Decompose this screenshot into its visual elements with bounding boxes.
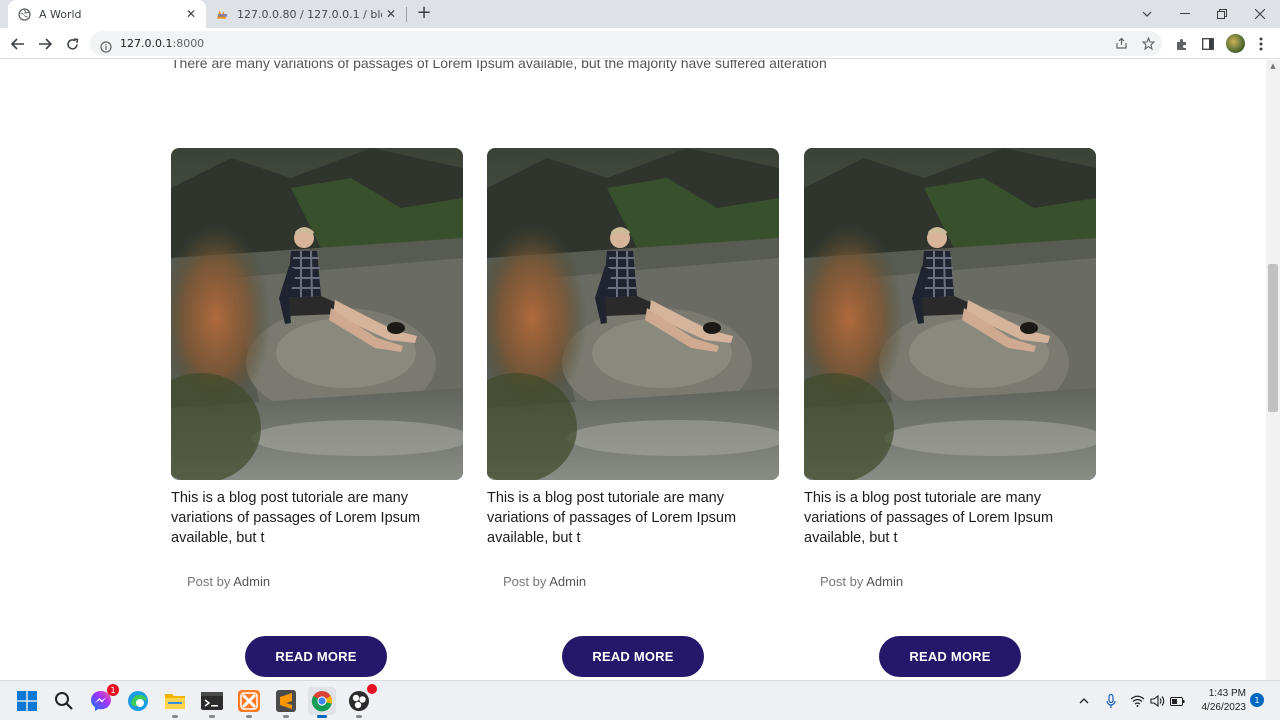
volume-icon[interactable]: [1148, 692, 1166, 710]
site-info-icon[interactable]: [100, 38, 112, 53]
file-explorer-icon[interactable]: [161, 687, 189, 718]
tab-phpmyadmin[interactable]: 127.0.0.80 / 127.0.0.1 / blogproje ✕: [206, 0, 406, 28]
tab-a-world[interactable]: A World ✕: [8, 0, 206, 28]
tab-title: A World: [39, 7, 82, 21]
post-by-label: Post by: [820, 574, 864, 589]
blog-post-image[interactable]: [487, 148, 779, 480]
microphone-icon[interactable]: [1102, 692, 1120, 710]
running-indicator: [172, 715, 178, 718]
running-indicator: [246, 715, 252, 718]
running-indicator: [317, 715, 327, 718]
bookmark-star-icon[interactable]: [1138, 31, 1158, 56]
scroll-up-arrow-icon[interactable]: ▲: [1268, 62, 1278, 72]
read-more-button[interactable]: READ MORE: [562, 636, 704, 677]
restore-icon[interactable]: [1203, 0, 1241, 28]
system-clock[interactable]: 1:43 PM 4/26/2023: [1190, 687, 1247, 715]
reload-icon[interactable]: [62, 34, 82, 54]
intro-text: There are many variations of passages of…: [171, 60, 827, 71]
windows-start-icon[interactable]: [13, 687, 41, 715]
edge-icon[interactable]: [124, 687, 152, 715]
post-meta: Post by Admin: [503, 574, 779, 589]
blog-post-image[interactable]: [804, 148, 1096, 480]
notification-count-badge[interactable]: 1: [1250, 693, 1264, 707]
share-icon[interactable]: [1111, 31, 1131, 56]
forward-icon[interactable]: [35, 34, 55, 54]
blog-post-description: This is a blog post tutoriale are many v…: [804, 490, 1054, 546]
blog-card: This is a blog post tutoriale are many v…: [171, 148, 463, 589]
post-meta: Post by Admin: [187, 574, 463, 589]
tab-search-chevron-icon[interactable]: [1128, 0, 1166, 28]
windows-taskbar: 1 1:43 PM 4/26/2023 1: [0, 680, 1280, 720]
post-author: Admin: [549, 574, 587, 589]
globe-icon: [18, 7, 31, 21]
post-author: Admin: [866, 574, 904, 589]
blog-post-image[interactable]: [171, 148, 463, 480]
post-by-label: Post by: [187, 574, 231, 589]
extensions-icon[interactable]: [1170, 33, 1192, 55]
sublime-text-icon[interactable]: [272, 687, 300, 718]
running-indicator: [356, 715, 362, 718]
wifi-icon[interactable]: [1128, 692, 1146, 710]
blog-card: This is a blog post tutoriale are many v…: [487, 148, 779, 589]
close-tab-icon[interactable]: ✕: [382, 5, 400, 23]
clock-date: 4/26/2023: [1201, 702, 1247, 713]
scrollbar-thumb[interactable]: [1268, 264, 1278, 412]
notification-badge: 1: [107, 684, 119, 696]
back-icon[interactable]: [8, 34, 28, 54]
running-indicator: [283, 715, 289, 718]
terminal-icon[interactable]: [198, 687, 226, 718]
page-viewport: There are many variations of passages of…: [0, 60, 1266, 680]
tab-strip: A World ✕ 127.0.0.80 / 127.0.0.1 / blogp…: [0, 0, 1280, 28]
close-window-icon[interactable]: [1241, 0, 1279, 28]
chrome-icon[interactable]: [308, 687, 336, 718]
blog-post-description: This is a blog post tutoriale are many v…: [171, 490, 421, 546]
post-author: Admin: [233, 574, 271, 589]
read-more-button[interactable]: READ MORE: [879, 636, 1021, 677]
profile-avatar[interactable]: [1226, 34, 1245, 53]
blog-card: This is a blog post tutoriale are many v…: [804, 148, 1096, 589]
side-panel-icon[interactable]: [1197, 33, 1219, 55]
close-tab-icon[interactable]: ✕: [182, 5, 200, 23]
minimize-icon[interactable]: [1166, 0, 1204, 28]
more-menu-icon[interactable]: [1250, 33, 1272, 55]
blog-post-description: This is a blog post tutoriale are many v…: [487, 490, 737, 546]
battery-icon[interactable]: [1168, 692, 1186, 710]
address-bar[interactable]: 127.0.0.1:8000: [90, 31, 1162, 56]
show-hidden-icons-chevron-icon[interactable]: [1075, 692, 1093, 710]
recording-indicator: [367, 684, 377, 694]
obs-icon[interactable]: [345, 684, 377, 718]
running-indicator: [209, 715, 215, 718]
clock-time: 1:43 PM: [1208, 688, 1246, 699]
post-by-label: Post by: [503, 574, 547, 589]
url-text: 127.0.0.1:8000: [120, 37, 205, 50]
xampp-icon[interactable]: [235, 687, 263, 718]
tab-separator: [406, 7, 407, 22]
new-tab-icon[interactable]: +: [414, 4, 434, 24]
read-more-button[interactable]: READ MORE: [245, 636, 387, 677]
search-icon[interactable]: [50, 687, 78, 715]
tab-title: 127.0.0.80 / 127.0.0.1 / blogproje: [237, 7, 382, 21]
browser-toolbar: 127.0.0.1:8000: [0, 28, 1280, 59]
post-meta: Post by Admin: [820, 574, 1096, 589]
phpmyadmin-icon: [216, 8, 229, 21]
messenger-icon[interactable]: 1: [87, 684, 119, 715]
